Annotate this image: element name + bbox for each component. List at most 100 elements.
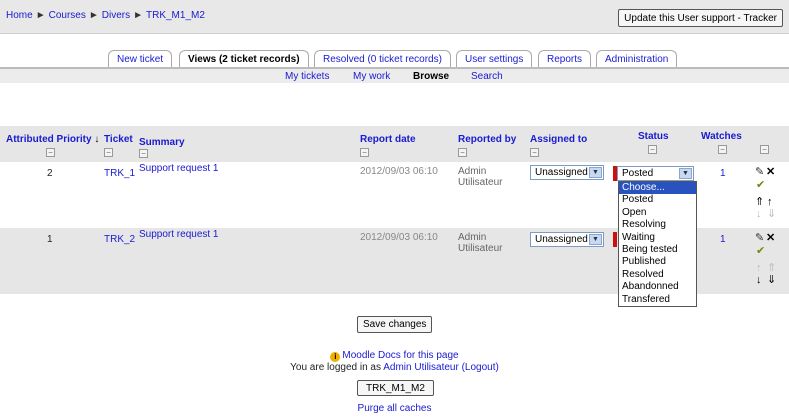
tab-bar: New ticket Views (2 ticket records) Reso…	[0, 50, 789, 68]
collapse-icon[interactable]: −	[648, 145, 657, 154]
priority-value: 2	[47, 168, 53, 179]
reporter-first-name: Admin	[458, 166, 487, 177]
collapse-icon[interactable]: −	[139, 149, 148, 158]
col-status[interactable]: Status	[638, 131, 669, 142]
col-summary[interactable]: Summary	[139, 137, 185, 148]
collapse-icon[interactable]: −	[46, 148, 55, 157]
collapse-icon[interactable]: −	[104, 148, 113, 157]
info-icon: i	[330, 352, 341, 362]
tab-administration[interactable]: Administration	[596, 50, 678, 68]
col-ticket[interactable]: Ticket	[104, 134, 133, 145]
reported-by: Admin Utilisateur	[458, 232, 502, 254]
summary-link[interactable]: Support request 1	[139, 163, 219, 174]
footer-docs: i Moodle Docs for this page	[0, 350, 789, 362]
collapse-icon[interactable]: −	[458, 148, 467, 157]
save-changes-button[interactable]: Save changes	[357, 316, 433, 333]
logged-in-text: You are logged in as	[290, 362, 381, 373]
assigned-to-select[interactable]: Unassigned ▼	[530, 165, 604, 180]
status-option-open[interactable]: Open	[619, 207, 696, 219]
watches-count[interactable]: 1	[720, 168, 726, 179]
status-marker	[613, 232, 617, 247]
subtab-bar: My tickets My work Browse Search	[0, 69, 789, 83]
tab-new-ticket[interactable]: New ticket	[108, 50, 173, 68]
subtab-browse[interactable]: Browse	[413, 71, 449, 82]
tab-resolved[interactable]: Resolved (0 ticket records)	[314, 50, 451, 68]
page-header: Home ► Courses ► Divers ► TRK_M1_M2 Update thi…	[0, 0, 789, 34]
watches-count[interactable]: 1	[720, 234, 726, 245]
tab-views[interactable]: Views (2 ticket records)	[179, 50, 309, 68]
status-option-being-tested[interactable]: Being tested	[619, 244, 696, 256]
reporter-first-name: Admin	[458, 232, 487, 243]
chevron-down-icon: ▼	[589, 167, 602, 178]
collapse-icon[interactable]: −	[530, 148, 539, 157]
breadcrumb-divers[interactable]: Divers	[102, 10, 130, 21]
priority-value: 1	[47, 234, 53, 245]
col-report-date[interactable]: Report date	[360, 134, 416, 145]
purge-caches-container: Purge all caches	[0, 403, 789, 414]
sort-down-icon: ↓	[94, 134, 100, 145]
subtab-search[interactable]: Search	[471, 71, 503, 82]
checkmark-icon[interactable]: ✔	[756, 246, 765, 257]
status-select[interactable]: Posted ▼	[617, 166, 694, 181]
edit-icon[interactable]: ✎	[755, 233, 764, 244]
collapse-icon[interactable]: −	[360, 148, 369, 157]
ticket-link[interactable]: TRK_2	[104, 234, 135, 245]
tab-user-settings[interactable]: User settings	[456, 50, 533, 68]
status-option-abandonned[interactable]: Abandonned	[619, 281, 696, 293]
ticket-table-header: Attributed Priority ↓ − Ticket − Summary…	[0, 126, 789, 162]
purge-caches-link[interactable]: Purge all caches	[358, 403, 432, 414]
move-top-icon: ⇑	[767, 262, 777, 274]
move-top-icon[interactable]: ⇑	[755, 197, 764, 208]
reporter-last-name: Utilisateur	[458, 243, 503, 254]
chevron-down-icon: ▼	[679, 168, 692, 179]
breadcrumb-separator-icon: ►	[88, 10, 99, 21]
move-up-icon[interactable]: ↑	[767, 197, 773, 208]
checkmark-icon[interactable]: ✔	[756, 180, 765, 191]
user-profile-link[interactable]: Admin Utilisateur	[383, 362, 459, 373]
collapse-icon[interactable]: −	[718, 145, 727, 154]
col-watches[interactable]: Watches	[701, 131, 742, 142]
col-priority-label: Attributed Priority	[6, 134, 92, 145]
collapse-icon[interactable]: −	[760, 145, 769, 154]
move-bottom-icon: ⇓	[767, 208, 777, 220]
chevron-down-icon: ▼	[589, 234, 602, 245]
breadcrumb-course[interactable]: TRK_M1_M2	[146, 10, 205, 21]
summary-link[interactable]: Support request 1	[139, 229, 219, 240]
edit-icon[interactable]: ✎	[755, 167, 764, 178]
status-option-choose[interactable]: Choose...	[619, 182, 696, 195]
update-tracker-button[interactable]: Update this User support - Tracker	[618, 9, 783, 27]
col-assigned-to[interactable]: Assigned to	[530, 134, 587, 145]
breadcrumb-courses[interactable]: Courses	[49, 10, 86, 21]
moodle-docs-link[interactable]: Moodle Docs for this page	[342, 350, 458, 361]
status-option-posted[interactable]: Posted	[619, 194, 696, 206]
logout-link[interactable]: (Logout)	[462, 362, 499, 373]
breadcrumb-home[interactable]: Home	[6, 10, 33, 21]
ticket-link[interactable]: TRK_1	[104, 168, 135, 179]
move-down-icon[interactable]: ↓	[756, 275, 762, 286]
delete-icon[interactable]: ✕	[766, 233, 775, 244]
status-option-waiting[interactable]: Waiting	[619, 232, 696, 244]
reported-by: Admin Utilisateur	[458, 166, 502, 188]
breadcrumb: Home ► Courses ► Divers ► TRK_M1_M2	[6, 10, 205, 21]
status-option-resolving[interactable]: Resolving	[619, 219, 696, 231]
breadcrumb-separator-icon: ►	[133, 10, 143, 21]
login-info: You are logged in as Admin Utilisateur (…	[0, 362, 789, 373]
course-home-button[interactable]: TRK_M1_M2	[357, 380, 434, 396]
status-option-transfered[interactable]: Transfered	[619, 294, 696, 306]
move-up-icon: ↑	[756, 262, 762, 274]
subtab-my-tickets[interactable]: My tickets	[285, 71, 329, 82]
status-option-published[interactable]: Published	[619, 256, 696, 268]
report-date: 2012/09/03 06:10	[360, 232, 438, 243]
move-bottom-icon[interactable]: ⇓	[767, 275, 776, 286]
move-down-icon: ↓	[756, 208, 762, 220]
reporter-last-name: Utilisateur	[458, 177, 503, 188]
delete-icon[interactable]: ✕	[766, 167, 775, 178]
col-priority[interactable]: Attributed Priority ↓	[6, 134, 99, 145]
col-reported-by[interactable]: Reported by	[458, 134, 516, 145]
report-date: 2012/09/03 06:10	[360, 166, 438, 177]
subtab-my-work[interactable]: My work	[353, 71, 390, 82]
status-option-resolved[interactable]: Resolved	[619, 269, 696, 281]
tab-reports[interactable]: Reports	[538, 50, 592, 68]
assigned-to-select[interactable]: Unassigned ▼	[530, 232, 604, 247]
assigned-to-value: Unassigned	[535, 167, 588, 178]
